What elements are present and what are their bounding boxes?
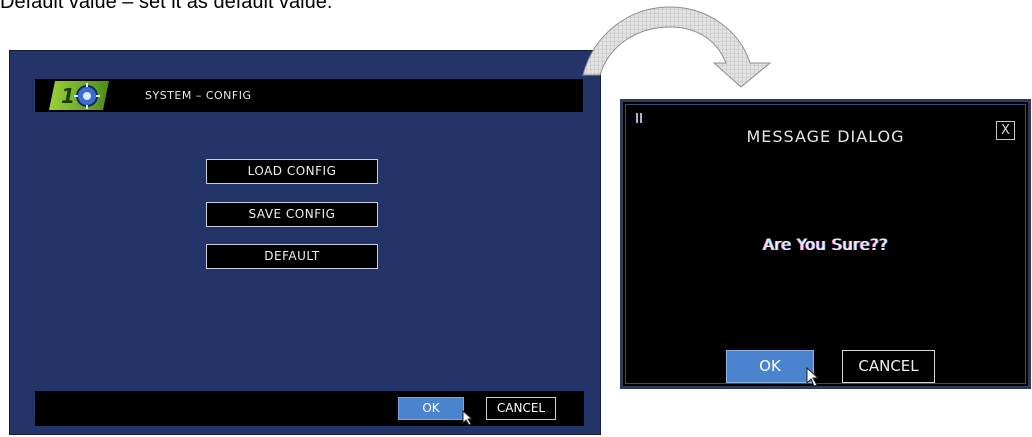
dialog-message: Are You Sure?? [762,235,889,254]
system-footer-bar: OK CANCEL [35,391,584,426]
system-config-panel: 1 SYSTEM – CONFIG LOAD CONFIG SAVE CONFI… [9,50,601,435]
dialog-frame: MESSAGE DIALOG X Are You Sure?? OK CANCE… [625,104,1026,387]
mouse-cursor-icon [462,410,474,426]
svg-text:1: 1 [61,84,75,108]
close-icon[interactable]: X [996,121,1015,140]
dialog-cancel-button[interactable]: CANCEL [842,350,935,383]
system-header-bar: 1 SYSTEM – CONFIG [35,79,583,112]
dialog-ok-button[interactable]: OK [726,350,814,383]
grip-icon [636,113,642,123]
curved-arrow-icon [582,6,772,88]
ok-button[interactable]: OK [398,397,464,420]
save-config-button[interactable]: SAVE CONFIG [206,202,378,227]
cancel-button[interactable]: CANCEL [486,397,556,420]
caption-text: Default value – set it as default value. [0,0,333,13]
load-config-button[interactable]: LOAD CONFIG [206,159,378,184]
mouse-cursor-icon [806,367,820,387]
system-title: SYSTEM – CONFIG [145,89,252,102]
message-dialog: MESSAGE DIALOG X Are You Sure?? OK CANCE… [620,99,1031,389]
default-button[interactable]: DEFAULT [206,244,378,269]
system-logo-icon: 1 [49,81,109,110]
dialog-title: MESSAGE DIALOG [746,127,905,146]
